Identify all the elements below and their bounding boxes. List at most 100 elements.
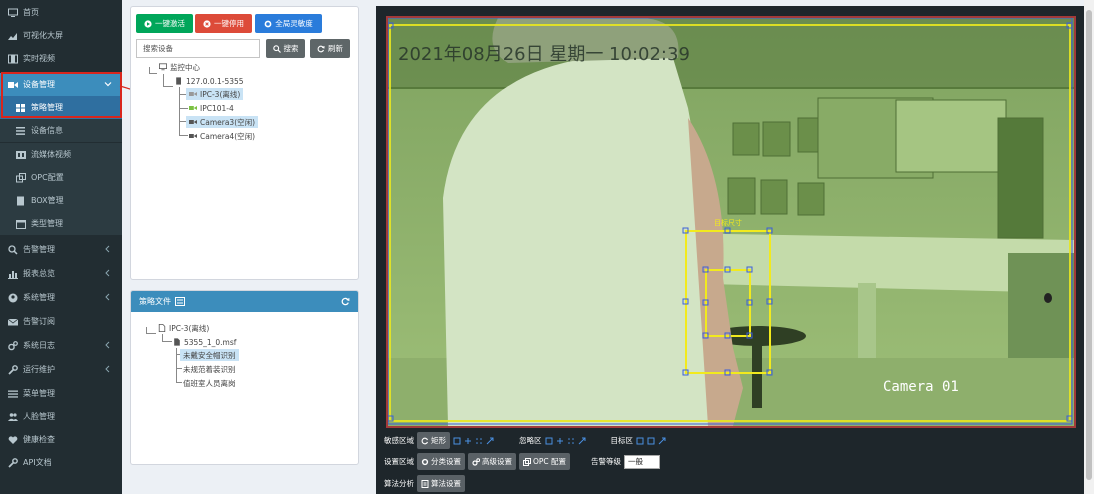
square-tool-icon[interactable] [453, 437, 461, 445]
sidebar-item-label: 告警管理 [23, 245, 55, 254]
search-icon [8, 244, 18, 255]
sidebar-item-home[interactable]: 首页 [0, 1, 122, 24]
advanced-settings-label: 高级设置 [482, 457, 512, 466]
resize-tool-icon[interactable] [658, 437, 666, 445]
user-circle-icon [8, 293, 18, 302]
video-camera-icon [189, 106, 197, 110]
algorithm-analysis-label: 算法分析 [384, 479, 414, 488]
policy-node-device[interactable]: IPC-3(离线) [158, 322, 209, 334]
page-scrollbar[interactable] [1084, 0, 1094, 494]
sidebar-item-label: 系统管理 [23, 293, 55, 302]
chevron-left-icon [105, 341, 110, 349]
settings-controls-row: 设置区域 分类设置 高级设置 OPC 配置 告警等级 一般 [384, 453, 661, 470]
disable-all-button[interactable]: 一键停用 [195, 14, 252, 33]
policy-rule-item[interactable]: 未规范着装识别 [183, 363, 236, 375]
refresh-button[interactable]: 刷新 [310, 39, 350, 58]
search-label: 搜索 [283, 44, 299, 53]
sidebar-item-label: 流媒体视频 [31, 150, 71, 159]
policy-rule-item[interactable]: 值班室人员离岗 [183, 377, 236, 389]
sidebar-item-face-management[interactable]: 人脸管理 [0, 405, 122, 428]
tree-node-label: IPC-3(离线) [200, 89, 241, 99]
tree-node-label: 127.0.0.1-5355 [186, 76, 244, 86]
classify-settings-button[interactable]: 分类设置 [417, 453, 465, 470]
dots-tool-icon[interactable] [475, 437, 483, 445]
video-camera-icon [8, 81, 18, 88]
policy-rule-label: 未戴安全帽识别 [183, 350, 236, 360]
camera-video-feed[interactable]: 2021年08月26日 星期一 10:02:39 Camera 01 目标尺寸 [386, 16, 1076, 428]
sidebar-item-device-management[interactable]: 设备管理 [0, 73, 122, 96]
plus-icon[interactable] [464, 437, 472, 445]
policy-node-file[interactable]: 5355_1_0.msf [173, 336, 236, 348]
sidebar-item-dashboard[interactable]: 可视化大屏 [0, 24, 122, 47]
tree-node-camera3[interactable]: Camera3(空闲) [186, 116, 259, 128]
sidebar-item-label: 菜单管理 [23, 389, 55, 398]
sidebar-item-report-overview[interactable]: 报表总览 [0, 262, 122, 285]
refresh-icon[interactable] [341, 297, 350, 306]
sidebar-item-device-info[interactable]: 设备信息 [0, 119, 122, 142]
global-sensitivity-button[interactable]: 全局灵敏度 [255, 14, 322, 33]
advanced-settings-button[interactable]: 高级设置 [468, 453, 516, 470]
plus-icon[interactable] [556, 437, 564, 445]
opc-config-button[interactable]: OPC 配置 [519, 453, 571, 470]
sidebar-item-label: 告警订阅 [23, 317, 55, 326]
search-button[interactable]: 搜索 [266, 39, 305, 58]
sidebar-item-live-video[interactable]: 实时视频 [0, 47, 122, 70]
region-controls-row: 敏感区域 矩形 忽略区 目标区 [384, 432, 666, 449]
algorithm-settings-button[interactable]: 算法设置 [417, 475, 465, 492]
sidebar-item-opc-config[interactable]: OPC配置 [0, 166, 122, 189]
sidebar-item-label: 策略管理 [31, 103, 63, 112]
sidebar-item-health-check[interactable]: 健康检查 [0, 428, 122, 451]
tree-node-server[interactable]: 127.0.0.1-5355 [175, 75, 244, 87]
target-region-label: 目标区 [610, 436, 634, 445]
sidebar-item-type-management[interactable]: 类型管理 [0, 212, 122, 235]
camera-label: Camera 01 [883, 379, 959, 395]
video-camera-icon [189, 134, 197, 138]
calculator-icon [421, 479, 429, 488]
sidebar-item-stream-video[interactable]: 流媒体视频 [0, 143, 122, 166]
bar-chart-icon [8, 270, 18, 279]
users-icon [8, 412, 18, 421]
sidebar: 首页 可视化大屏 实时视频 设备管理 策略管理 设备信息 流媒体视频 OPC配置… [0, 0, 122, 494]
tree-node-label: IPC101-4 [200, 103, 234, 113]
tree-node-camera4[interactable]: Camera4(空闲) [189, 130, 255, 142]
sidebar-item-label: 可视化大屏 [23, 31, 63, 40]
device-search-input[interactable]: 搜索设备 [136, 39, 260, 58]
alarm-level-select[interactable]: 一般 [624, 454, 661, 469]
tree-connector [179, 122, 188, 136]
refresh-label: 刷新 [328, 44, 343, 53]
policy-rule-item[interactable]: 未戴安全帽识别 [180, 349, 239, 361]
square-tool-icon[interactable] [647, 437, 655, 445]
sidebar-item-menu-management[interactable]: 菜单管理 [0, 382, 122, 405]
sidebar-item-system-management[interactable]: 系统管理 [0, 286, 122, 309]
activate-all-button[interactable]: 一键激活 [136, 14, 193, 33]
sidebar-item-api-docs[interactable]: API文档 [0, 451, 122, 474]
sidebar-item-box-management[interactable]: BOX管理 [0, 189, 122, 212]
sidebar-item-label: 健康检查 [23, 435, 55, 444]
scrollbar-thumb[interactable] [1086, 10, 1092, 480]
setting-region-label: 设置区域 [384, 457, 414, 466]
rect-tool-button[interactable]: 矩形 [417, 432, 450, 449]
search-icon [272, 44, 281, 53]
square-tool-icon[interactable] [545, 437, 553, 445]
sidebar-item-alarm-subscription[interactable]: 告警订阅 [0, 310, 122, 333]
sidebar-item-policy-management[interactable]: 策略管理 [0, 96, 122, 119]
sidebar-item-label: 报表总览 [23, 269, 55, 278]
chevron-left-icon [105, 269, 110, 277]
policy-panel-title: 策略文件 [139, 297, 171, 306]
tree-node-camera-ipc101[interactable]: IPC101-4 [189, 102, 234, 114]
square-tool-icon[interactable] [636, 437, 644, 445]
sidebar-item-operation-maintenance[interactable]: 运行维护 [0, 358, 122, 381]
tree-node-label: Camera4(空闲) [200, 131, 256, 141]
target-size-label: 目标尺寸 [714, 218, 742, 227]
sidebar-item-system-log[interactable]: 系统日志 [0, 334, 122, 357]
resize-tool-icon[interactable] [486, 437, 494, 445]
tree-node-camera-ipc3[interactable]: IPC-3(离线) [186, 88, 244, 100]
server-icon [17, 196, 24, 205]
sidebar-item-alarm-management[interactable]: 告警管理 [0, 238, 122, 261]
resize-tool-icon[interactable] [578, 437, 586, 445]
film-icon [8, 54, 18, 63]
dots-tool-icon[interactable] [567, 437, 575, 445]
tree-node-root[interactable]: 监控中心 [159, 61, 200, 73]
play-circle-icon [144, 19, 152, 28]
sidebar-item-label: 设备信息 [31, 126, 63, 135]
